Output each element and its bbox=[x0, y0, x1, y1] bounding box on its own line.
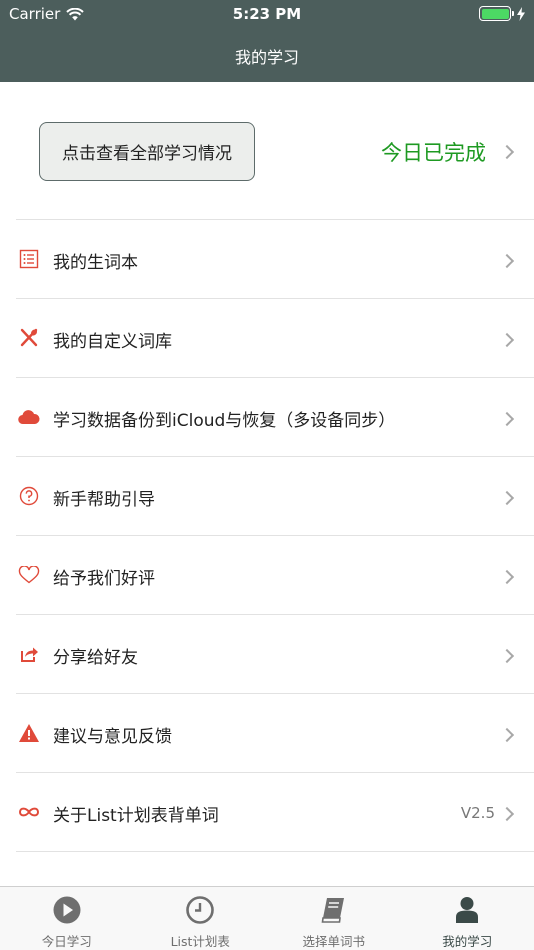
menu-item-label: 学习数据备份到iCloud与恢复（多设备同步） bbox=[53, 411, 396, 431]
version-label: V2.5 bbox=[460, 804, 495, 822]
question-icon bbox=[18, 485, 40, 507]
chevron-right-icon bbox=[502, 807, 514, 819]
navigation-header: Carrier 5:23 PM 我的学习 bbox=[0, 0, 534, 82]
chevron-right-icon bbox=[502, 649, 514, 661]
view-all-progress-button[interactable]: 点击查看全部学习情况 bbox=[39, 122, 255, 181]
book-icon bbox=[321, 898, 344, 923]
clock-icon bbox=[186, 896, 215, 924]
study-summary: 点击查看全部学习情况 今日已完成 bbox=[0, 82, 534, 220]
chevron-right-icon bbox=[502, 145, 514, 157]
menu-item-rate-us[interactable]: 给予我们好评 bbox=[0, 536, 534, 615]
page-title: 我的学习 bbox=[234, 48, 299, 67]
menu-item-label: 给予我们好评 bbox=[53, 569, 155, 589]
tab-bar: 今日学习 List计划表 选择单词书 我的学习 bbox=[0, 886, 534, 950]
menu-item-label: 新手帮助引导 bbox=[53, 490, 155, 510]
tab-label: 今日学习 bbox=[41, 934, 92, 949]
status-bar: Carrier 5:23 PM bbox=[0, 0, 534, 28]
chevron-right-icon bbox=[502, 491, 514, 503]
charging-bolt-icon bbox=[517, 6, 525, 21]
tab-label: 选择单词书 bbox=[302, 934, 365, 949]
infinity-icon bbox=[18, 801, 40, 823]
menu-item-icloud-backup[interactable]: 学习数据备份到iCloud与恢复（多设备同步） bbox=[0, 378, 534, 457]
menu-item-help-guide[interactable]: 新手帮助引导 bbox=[0, 457, 534, 536]
today-status-link[interactable]: 今日已完成 bbox=[381, 137, 486, 167]
play-icon bbox=[53, 896, 81, 924]
menu-item-label: 分享给好友 bbox=[53, 648, 138, 668]
cloud-icon bbox=[18, 406, 40, 428]
menu-item-custom-library[interactable]: 我的自定义词库 bbox=[0, 299, 534, 378]
utensils-icon bbox=[18, 327, 40, 349]
menu-item-share[interactable]: 分享给好友 bbox=[0, 615, 534, 694]
chevron-right-icon bbox=[502, 570, 514, 582]
chevron-right-icon bbox=[502, 412, 514, 424]
list-icon bbox=[18, 248, 40, 270]
menu-item-feedback[interactable]: 建议与意见反馈 bbox=[0, 694, 534, 773]
tab-today-study[interactable]: 今日学习 bbox=[0, 887, 134, 950]
battery-indicator bbox=[479, 6, 525, 21]
tab-label: 我的学习 bbox=[442, 934, 493, 949]
tab-list-plan[interactable]: List计划表 bbox=[134, 887, 268, 950]
chevron-right-icon bbox=[502, 254, 514, 266]
warning-icon bbox=[18, 722, 40, 744]
menu-item-label: 我的生词本 bbox=[53, 253, 138, 273]
chevron-right-icon bbox=[502, 728, 514, 740]
menu-item-vocabulary[interactable]: 我的生词本 bbox=[0, 220, 534, 299]
tab-choose-book[interactable]: 选择单词书 bbox=[267, 887, 401, 950]
divider bbox=[16, 851, 534, 852]
tab-label: List计划表 bbox=[170, 934, 230, 949]
share-icon bbox=[18, 643, 40, 665]
chevron-right-icon bbox=[502, 333, 514, 345]
tab-my-study[interactable]: 我的学习 bbox=[401, 887, 534, 950]
menu-item-about[interactable]: 关于List计划表背单词 V2.5 bbox=[0, 773, 534, 852]
person-icon bbox=[456, 897, 479, 923]
menu-item-label: 关于List计划表背单词 bbox=[53, 806, 219, 826]
battery-icon bbox=[479, 6, 511, 21]
menu-item-label: 建议与意见反馈 bbox=[53, 727, 172, 747]
menu-item-label: 我的自定义词库 bbox=[53, 332, 172, 352]
heart-icon bbox=[18, 564, 40, 586]
status-time: 5:23 PM bbox=[232, 5, 302, 23]
